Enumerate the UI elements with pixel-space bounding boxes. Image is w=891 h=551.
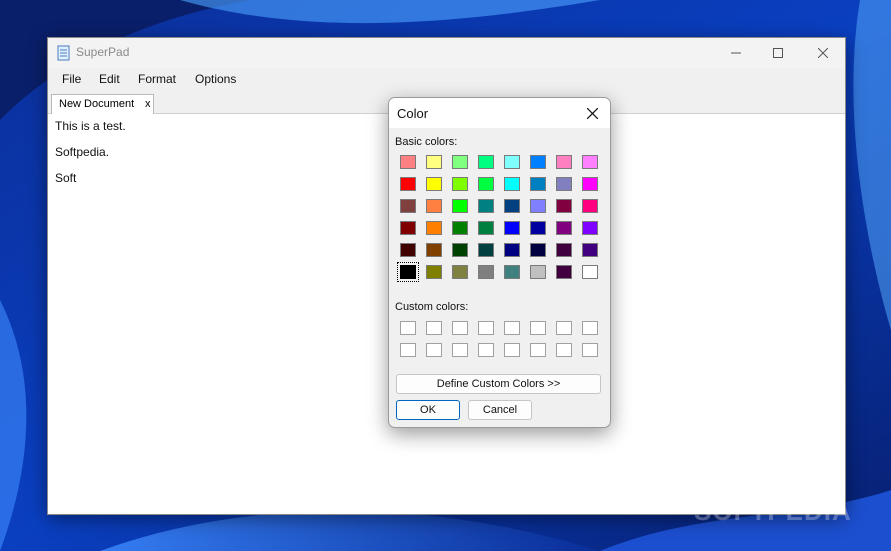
basic-color-swatch[interactable] <box>397 262 419 282</box>
basic-color-swatch[interactable] <box>400 243 416 257</box>
editor-line: This is a test. <box>55 119 126 133</box>
basic-color-swatch[interactable] <box>504 221 520 235</box>
dialog-close-button[interactable] <box>582 103 602 123</box>
basic-color-swatch[interactable] <box>582 221 598 235</box>
basic-color-swatch[interactable] <box>582 199 598 213</box>
dialog-title: Color <box>397 106 429 121</box>
basic-color-swatch[interactable] <box>478 221 494 235</box>
close-icon <box>818 48 828 58</box>
custom-color-swatch[interactable] <box>400 321 416 335</box>
custom-color-swatch[interactable] <box>478 343 494 357</box>
tab-close-icon[interactable]: x <box>145 98 151 110</box>
basic-color-swatch[interactable] <box>452 155 468 169</box>
basic-color-swatch[interactable] <box>556 221 572 235</box>
menu-options[interactable]: Options <box>195 72 236 86</box>
custom-color-swatch[interactable] <box>582 321 598 335</box>
basic-color-swatch[interactable] <box>530 155 546 169</box>
basic-color-swatch[interactable] <box>556 177 572 191</box>
basic-color-swatch[interactable] <box>556 155 572 169</box>
basic-color-swatch[interactable] <box>530 243 546 257</box>
maximize-icon <box>773 48 783 58</box>
tab-new-document[interactable]: New Document x <box>51 94 154 114</box>
basic-color-swatch[interactable] <box>452 265 468 279</box>
custom-color-swatch[interactable] <box>426 343 442 357</box>
editor-line: Softpedia. <box>55 145 110 159</box>
basic-color-swatch[interactable] <box>582 177 598 191</box>
basic-color-swatch[interactable] <box>504 265 520 279</box>
basic-color-swatch[interactable] <box>400 221 416 235</box>
custom-color-swatch[interactable] <box>504 343 520 357</box>
window-title: SuperPad <box>76 45 130 59</box>
custom-color-swatch[interactable] <box>582 343 598 357</box>
custom-color-swatch[interactable] <box>530 321 546 335</box>
custom-color-swatch[interactable] <box>504 321 520 335</box>
custom-color-swatch[interactable] <box>400 343 416 357</box>
custom-color-swatch[interactable] <box>530 343 546 357</box>
color-dialog: Color Basic colors: Custom colors: Defin… <box>388 97 611 428</box>
close-icon <box>586 107 598 119</box>
close-button[interactable] <box>800 38 846 68</box>
basic-color-swatch[interactable] <box>582 243 598 257</box>
basic-color-swatch[interactable] <box>530 265 546 279</box>
basic-color-swatch[interactable] <box>426 155 442 169</box>
basic-color-swatch[interactable] <box>478 155 494 169</box>
basic-color-swatch[interactable] <box>426 221 442 235</box>
define-custom-colors-button[interactable]: Define Custom Colors >> <box>396 374 601 394</box>
title-bar[interactable]: SuperPad <box>48 38 845 68</box>
basic-color-swatch[interactable] <box>478 199 494 213</box>
basic-color-swatch[interactable] <box>530 177 546 191</box>
custom-color-swatch[interactable] <box>452 343 468 357</box>
maximize-button[interactable] <box>755 38 801 68</box>
tab-label: New Document <box>59 98 135 110</box>
basic-color-swatch[interactable] <box>452 199 468 213</box>
basic-color-swatch[interactable] <box>530 221 546 235</box>
basic-color-swatch[interactable] <box>504 155 520 169</box>
custom-color-swatch[interactable] <box>452 321 468 335</box>
basic-color-swatch[interactable] <box>400 199 416 213</box>
basic-color-swatch[interactable] <box>504 243 520 257</box>
basic-color-swatch[interactable] <box>452 177 468 191</box>
basic-color-swatch[interactable] <box>582 265 598 279</box>
custom-colors-label: Custom colors: <box>395 301 469 313</box>
custom-color-swatch[interactable] <box>556 321 572 335</box>
menu-edit[interactable]: Edit <box>99 72 120 86</box>
basic-color-swatch[interactable] <box>582 155 598 169</box>
basic-color-swatch[interactable] <box>400 177 416 191</box>
custom-color-swatch[interactable] <box>556 343 572 357</box>
minimize-button[interactable] <box>713 38 759 68</box>
basic-color-swatch[interactable] <box>426 199 442 213</box>
menu-file[interactable]: File <box>62 72 81 86</box>
basic-color-swatch[interactable] <box>426 177 442 191</box>
ok-button[interactable]: OK <box>396 400 460 420</box>
basic-colors-label: Basic colors: <box>395 136 458 148</box>
basic-color-swatch[interactable] <box>426 265 442 279</box>
basic-color-swatch[interactable] <box>504 199 520 213</box>
softpedia-watermark: SOFTPEDIA <box>694 496 852 526</box>
basic-color-swatch[interactable] <box>478 177 494 191</box>
editor-line: Soft <box>55 171 77 185</box>
cancel-button[interactable]: Cancel <box>468 400 532 420</box>
basic-color-swatch[interactable] <box>530 199 546 213</box>
basic-color-swatch[interactable] <box>556 265 572 279</box>
basic-color-swatch[interactable] <box>452 243 468 257</box>
dialog-title-bar[interactable]: Color <box>389 98 610 128</box>
menu-bar: File Edit Format Options <box>48 68 845 91</box>
basic-color-swatch[interactable] <box>504 177 520 191</box>
basic-color-swatch[interactable] <box>452 221 468 235</box>
basic-color-swatch[interactable] <box>556 243 572 257</box>
menu-format[interactable]: Format <box>138 72 176 86</box>
basic-color-swatch[interactable] <box>478 265 494 279</box>
basic-color-swatch[interactable] <box>426 243 442 257</box>
custom-color-swatch[interactable] <box>478 321 494 335</box>
basic-color-swatch[interactable] <box>556 199 572 213</box>
notepad-app-icon <box>57 45 70 61</box>
custom-color-swatch[interactable] <box>426 321 442 335</box>
basic-color-swatch[interactable] <box>478 243 494 257</box>
minimize-icon <box>731 52 741 54</box>
basic-color-swatch[interactable] <box>400 155 416 169</box>
